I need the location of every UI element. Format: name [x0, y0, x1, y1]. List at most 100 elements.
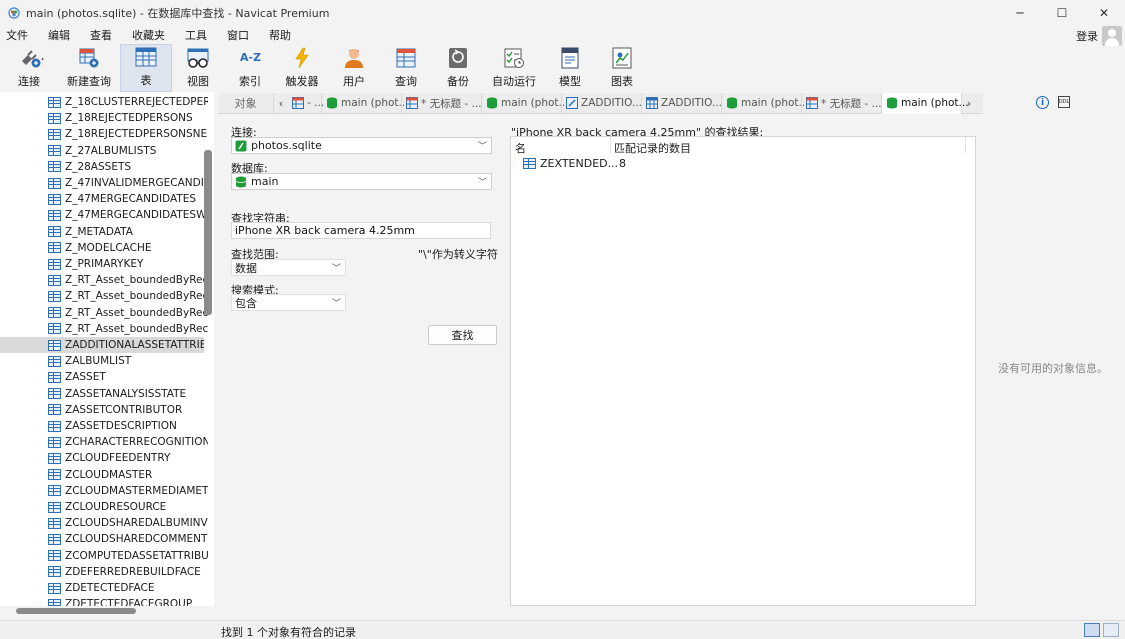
- sidebar-table-item[interactable]: ZDETECTEDFACEGROUP: [48, 596, 208, 606]
- sidebar-table-item[interactable]: ZASSET: [48, 369, 208, 385]
- sidebar-table-item[interactable]: Z_18REJECTEDPERSONSNEE: [48, 126, 208, 142]
- table-icon: [48, 128, 61, 140]
- table-icon: [48, 533, 61, 545]
- toolbar-index-button[interactable]: A-Z 索引: [224, 44, 276, 92]
- sidebar-table-item[interactable]: ZASSETDESCRIPTION: [48, 418, 208, 434]
- detail-view-toggle-icon[interactable]: [1103, 623, 1119, 637]
- sidebar-vertical-scrollbar[interactable]: [204, 150, 212, 315]
- db-tab-icon: [886, 97, 898, 109]
- tab-3[interactable]: * 无标题 - ...: [402, 92, 482, 114]
- list-view-toggle-icon[interactable]: [1084, 623, 1100, 637]
- database-select[interactable]: main ﹀: [231, 173, 492, 190]
- tab-8[interactable]: * 无标题 - ...: [802, 92, 882, 114]
- sidebar-table-item[interactable]: ZALBUMLIST: [48, 353, 208, 369]
- toolbar-user-button[interactable]: 用户: [328, 44, 380, 92]
- toolbar-view-button[interactable]: 视图: [172, 44, 224, 92]
- table-icon: [48, 96, 61, 108]
- info-icon[interactable]: i: [1036, 96, 1049, 109]
- sidebar-table-item[interactable]: Z_18CLUSTERREJECTEDPERS: [48, 94, 208, 110]
- sidebar-table-item[interactable]: Z_RT_Asset_boundedByRect: [48, 288, 208, 304]
- menu-file[interactable]: 文件: [0, 27, 34, 43]
- table-icon: [48, 290, 61, 302]
- sidebar-table-item[interactable]: Z_47MERGECANDIDATESWI: [48, 207, 208, 223]
- sidebar-table-label: ZCLOUDFEEDENTRY: [65, 452, 171, 465]
- tab-9[interactable]: main (phot...: [882, 92, 969, 114]
- toolbar-automation-button[interactable]: 自动运行: [484, 44, 544, 92]
- title-bar: main (photos.sqlite) - 在数据库中查找 - Navicat…: [0, 0, 1125, 26]
- tab-1[interactable]: - ...: [288, 92, 324, 114]
- connection-select[interactable]: photos.sqlite ﹀: [231, 137, 492, 154]
- tab-objects[interactable]: 对象: [218, 92, 274, 114]
- sidebar-table-item[interactable]: Z_47MERGECANDIDATES: [48, 191, 208, 207]
- sidebar-table-item[interactable]: Z_RT_Asset_boundedByRect: [48, 305, 208, 321]
- toolbar-query-button[interactable]: 查询: [380, 44, 432, 92]
- tab-scroll-right-button[interactable]: ›: [962, 93, 976, 114]
- database-value: main: [251, 175, 279, 188]
- sidebar-table-item[interactable]: ZASSETANALYSISSTATE: [48, 386, 208, 402]
- sidebar-table-item[interactable]: ZCOMPUTEDASSETATTRIBUT: [48, 548, 208, 564]
- tab-5[interactable]: ZADDITIO...: [562, 92, 642, 114]
- toolbar-model-button[interactable]: 模型: [544, 44, 596, 92]
- sidebar-table-label: Z_47MERGECANDIDATESWI: [65, 209, 208, 222]
- sidebar-horizontal-scrollbar[interactable]: [16, 608, 136, 614]
- search-string-input[interactable]: iPhone XR back camera 4.25mm: [231, 222, 491, 239]
- minimize-button[interactable]: ─: [999, 0, 1041, 26]
- result-row[interactable]: ZEXTENDED... 8: [523, 155, 626, 171]
- menu-help[interactable]: 帮助: [263, 27, 297, 43]
- results-header-count[interactable]: 匹配记录的数目: [614, 140, 691, 156]
- menu-tools[interactable]: 工具: [179, 27, 213, 43]
- toolbar-backup-button[interactable]: 备份: [432, 44, 484, 92]
- sidebar-table-item[interactable]: ZDEFERREDREBUILDFACE: [48, 564, 208, 580]
- table-icon: [48, 404, 61, 416]
- avatar[interactable]: [1102, 26, 1122, 46]
- results-list[interactable]: 名 匹配记录的数目 ZEXTENDED... 8: [510, 136, 976, 606]
- scope-select[interactable]: 数据 ﹀: [231, 259, 346, 276]
- search-mode-select[interactable]: 包含 ﹀: [231, 294, 346, 311]
- sidebar-table-label: ZASSETDESCRIPTION: [65, 420, 177, 432]
- tab-4[interactable]: main (phot...: [482, 92, 569, 114]
- sidebar-table-item[interactable]: Z_RT_Asset_boundedByRect: [48, 272, 208, 288]
- sidebar-table-item[interactable]: ZCHARACTERRECOGNITION: [48, 434, 208, 450]
- tab-scroll-left-button[interactable]: ‹: [274, 93, 288, 114]
- sidebar-table-item[interactable]: ZCLOUDFEEDENTRY: [48, 450, 208, 466]
- sidebar-table-item[interactable]: Z_27ALBUMLISTS: [48, 143, 208, 159]
- toolbar-trigger-button[interactable]: 触发器: [276, 44, 328, 92]
- sidebar-table-item[interactable]: Z_METADATA: [48, 224, 208, 240]
- chevron-down-icon: ﹀: [477, 178, 487, 188]
- sidebar-table-item[interactable]: Z_18REJECTEDPERSONS: [48, 110, 208, 126]
- sidebar-table-item[interactable]: ZCLOUDSHAREDCOMMENT: [48, 531, 208, 547]
- automation-icon: [503, 47, 525, 69]
- sidebar-table-item[interactable]: Z_47INVALIDMERGECANDID: [48, 175, 208, 191]
- sidebar-table-item[interactable]: Z_MODELCACHE: [48, 240, 208, 256]
- sidebar-table-item[interactable]: ZADDITIONALASSETATTRIBU: [0, 337, 204, 353]
- close-button[interactable]: ✕: [1083, 0, 1125, 26]
- sidebar-table-item[interactable]: ZDETECTEDFACE: [48, 580, 208, 596]
- object-tree[interactable]: Z_18CLUSTERREJECTEDPERS Z_18REJECTEDPERSO…: [0, 92, 214, 606]
- menu-view[interactable]: 查看: [84, 27, 118, 43]
- tab-6[interactable]: ZADDITIO...: [642, 92, 722, 114]
- menu-window[interactable]: 窗口: [221, 27, 255, 43]
- maximize-button[interactable]: ☐: [1041, 0, 1083, 26]
- sidebar-table-item[interactable]: ZCLOUDSHAREDALBUMINV: [48, 515, 208, 531]
- login-link[interactable]: 登录: [1076, 28, 1098, 44]
- find-button[interactable]: 查找: [428, 325, 497, 345]
- sidebar-table-item[interactable]: ZCLOUDMASTER: [48, 467, 208, 483]
- toolbar-new-query-button[interactable]: 新建查询: [58, 44, 120, 92]
- sidebar-table-item[interactable]: Z_PRIMARYKEY: [48, 256, 208, 272]
- sidebar-table-label: ZCLOUDSHAREDALBUMINV: [65, 517, 208, 530]
- toolbar-connect-button[interactable]: 连接: [0, 44, 58, 92]
- sidebar-table-item[interactable]: Z_28ASSETS: [48, 159, 208, 175]
- ddl-icon[interactable]: DDL: [1058, 96, 1070, 108]
- sidebar-table-item[interactable]: ZCLOUDMASTERMEDIAMET: [48, 483, 208, 499]
- results-header-name[interactable]: 名: [515, 140, 526, 156]
- table-icon: [48, 371, 61, 383]
- menu-favorites[interactable]: 收藏夹: [126, 27, 171, 43]
- toolbar-chart-button[interactable]: 图表: [596, 44, 648, 92]
- sidebar-table-item[interactable]: ZASSETCONTRIBUTOR: [48, 402, 208, 418]
- sidebar-table-item[interactable]: ZCLOUDRESOURCE: [48, 499, 208, 515]
- tab-7[interactable]: main (phot...: [722, 92, 809, 114]
- menu-edit[interactable]: 编辑: [42, 27, 76, 43]
- sidebar-table-item[interactable]: Z_RT_Asset_boundedByRect: [48, 321, 208, 337]
- toolbar-table-button[interactable]: 表: [120, 44, 172, 92]
- tab-2[interactable]: main (phot...: [322, 92, 409, 114]
